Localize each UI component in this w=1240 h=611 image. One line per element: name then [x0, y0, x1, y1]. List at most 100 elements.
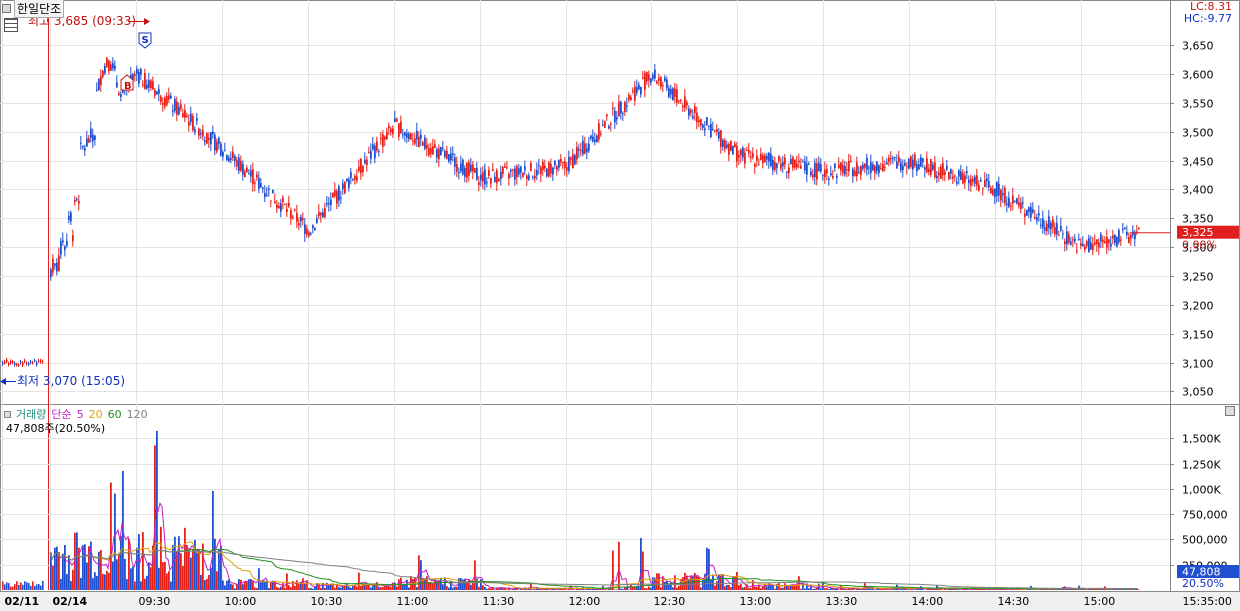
volume-tick-label: 750,000	[1182, 509, 1228, 522]
candle-body	[510, 170, 512, 172]
stock-title[interactable]: 한일단조	[2, 0, 65, 18]
volume-bar	[940, 588, 942, 590]
volume-bar	[168, 571, 170, 590]
volume-bar	[6, 582, 8, 590]
candle-body	[894, 156, 896, 158]
candle-body	[422, 142, 424, 146]
volume-bar	[38, 583, 40, 590]
volume-bar	[76, 532, 78, 590]
candle-body	[904, 163, 906, 166]
candle-body	[868, 167, 870, 169]
candle-body	[354, 176, 356, 180]
volume-bar	[760, 588, 762, 590]
x-tick-label: 09:30	[139, 595, 171, 608]
candle-body	[748, 149, 750, 154]
candle-body	[420, 134, 422, 139]
volume-bar	[622, 588, 624, 590]
candle-body	[1030, 207, 1032, 218]
candle-body	[1028, 207, 1030, 212]
candle-body	[562, 161, 564, 164]
candle-body	[286, 209, 288, 213]
candle-body	[878, 165, 880, 174]
volume-bar	[350, 587, 352, 590]
volume-bar	[240, 579, 242, 590]
volume-bar	[42, 580, 44, 590]
candle-body	[226, 155, 228, 161]
candle-body	[1092, 244, 1094, 251]
candle-body	[1068, 234, 1070, 243]
candle-body	[232, 151, 234, 159]
candle-body	[934, 162, 936, 178]
volume-bar	[114, 493, 116, 590]
candle-body	[832, 176, 834, 178]
menu-square-icon[interactable]	[4, 410, 11, 418]
candle-body	[94, 135, 96, 140]
candle-body	[638, 84, 640, 90]
candle-body	[218, 137, 220, 144]
candle-body	[1102, 240, 1104, 243]
candle-body	[216, 141, 218, 152]
volume-bar	[612, 550, 614, 590]
volume-bar	[482, 585, 484, 590]
candle-body	[34, 360, 36, 362]
candle-body	[334, 190, 336, 197]
volume-bar	[644, 588, 646, 590]
volume-bar	[1074, 589, 1076, 590]
candle-body	[4, 361, 6, 363]
candle-body	[1038, 213, 1040, 216]
volume-bar	[370, 587, 372, 590]
candle-body	[916, 164, 918, 172]
candle-body	[184, 110, 186, 118]
volume-bar	[192, 549, 194, 590]
candle-body	[964, 175, 966, 183]
candle-body	[750, 156, 752, 158]
candle-body	[1014, 201, 1016, 203]
volume-bar	[180, 553, 182, 590]
volume-bar	[232, 584, 234, 590]
menu-square-icon[interactable]	[2, 3, 11, 13]
volume-bar	[244, 581, 246, 590]
candle-body	[50, 269, 52, 278]
candle-body	[700, 119, 702, 126]
volume-bar	[784, 583, 786, 590]
volume-bar	[304, 583, 306, 590]
candle-body	[390, 128, 392, 133]
candle-body	[684, 96, 686, 108]
x-tick-label: 12:00	[569, 595, 601, 608]
volume-bar	[678, 585, 680, 590]
candle-body	[844, 166, 846, 175]
grid-icon[interactable]	[4, 18, 18, 32]
close-icon[interactable]	[1225, 406, 1235, 416]
candle-body	[516, 165, 518, 177]
candle-body	[524, 166, 526, 171]
candle-body	[480, 174, 482, 181]
candle-body	[742, 147, 744, 158]
candle-body	[914, 154, 916, 166]
volume-bar	[26, 582, 28, 590]
candle-body	[230, 158, 232, 160]
volume-bar	[284, 587, 286, 590]
candle-body	[528, 175, 530, 180]
chart-svg[interactable]: 3,6503,6003,5503,5003,4503,4003,3503,300…	[0, 0, 1240, 611]
volume-bar	[280, 586, 282, 590]
candle-body	[880, 168, 882, 170]
candle-body	[1022, 202, 1024, 204]
candle-body	[104, 65, 106, 74]
candle-body	[300, 216, 302, 222]
candle-body	[574, 155, 576, 165]
candle-body	[968, 179, 970, 184]
x-tick-label: 12:30	[654, 595, 686, 608]
x-tick-label: 13:00	[740, 595, 772, 608]
candle-body	[430, 148, 432, 154]
volume-bar	[216, 571, 218, 590]
candle-body	[888, 157, 890, 162]
candle-body	[194, 129, 196, 133]
current-price-label: 3,325	[1182, 226, 1214, 239]
candle-body	[32, 362, 34, 364]
volume-bar	[166, 573, 168, 590]
candle-body	[656, 81, 658, 84]
candle-body	[282, 197, 284, 203]
volume-bar	[108, 572, 110, 590]
volume-bar	[298, 584, 300, 590]
low-annotation: 최저 3,070 (15:05)	[17, 374, 125, 388]
